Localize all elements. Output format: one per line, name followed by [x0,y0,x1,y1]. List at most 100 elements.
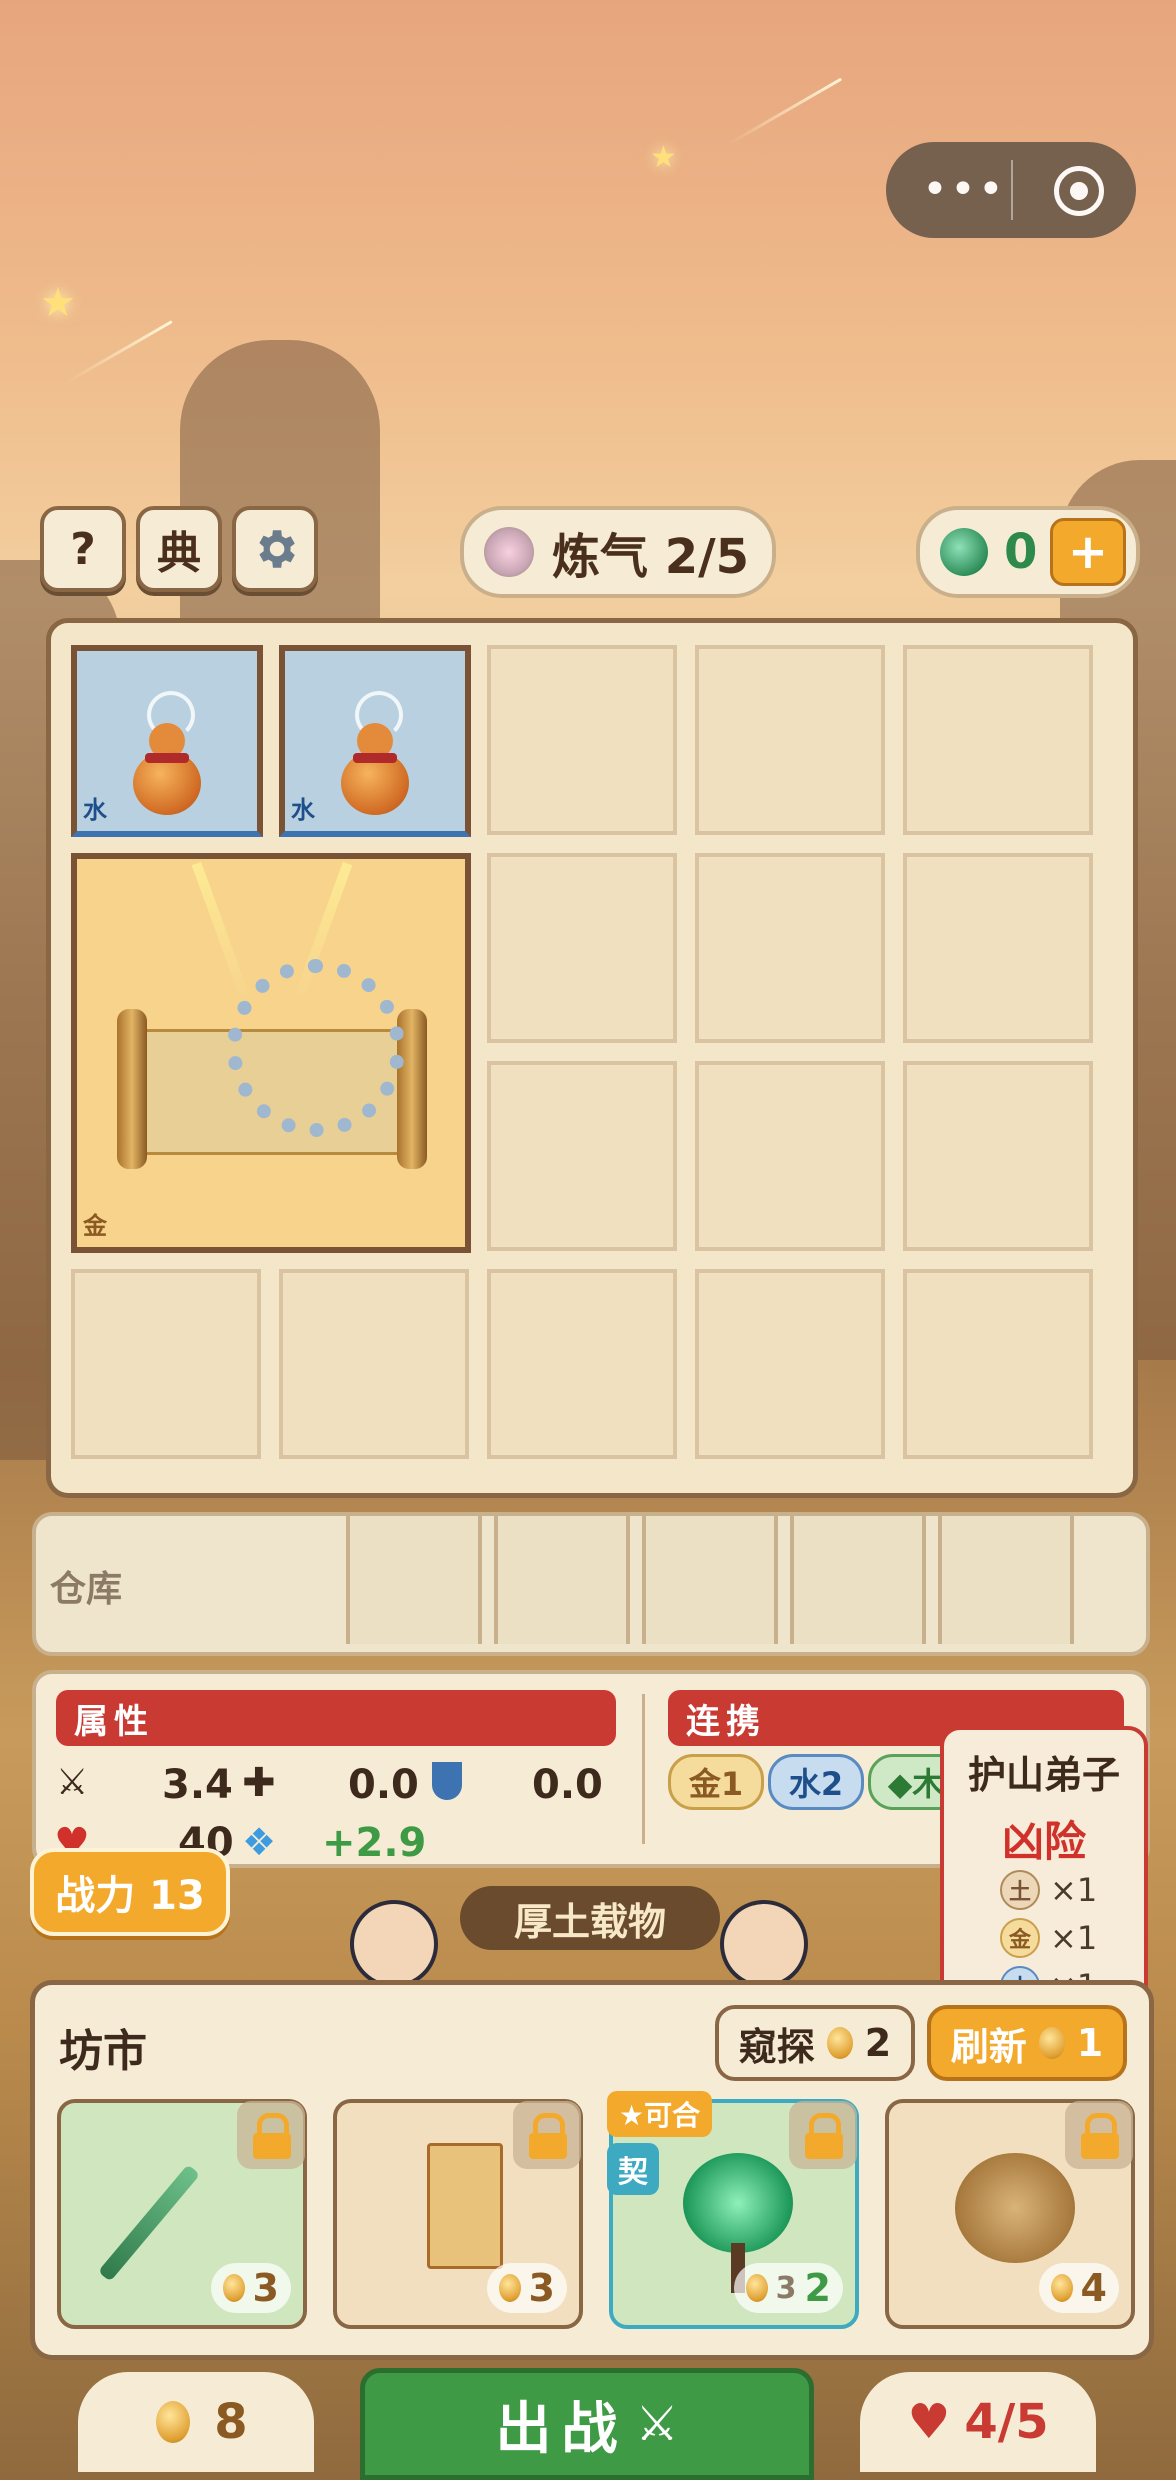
realm-indicator: 炼气 2/5 [460,506,776,598]
lock-icon[interactable] [789,2101,857,2169]
character-sprite [720,1900,808,1988]
peek-button[interactable]: 窥探 2 [715,2005,915,2081]
shop-card-jade-sword[interactable]: 3 [57,2099,307,2329]
price-tag: 3 2 [733,2263,843,2313]
enemy-element-row: 土 ×1 [1000,1870,1097,1910]
realm-label: 炼气 2/5 [552,529,750,585]
grid-cell[interactable] [487,1061,677,1251]
peek-label: 窥探 [738,2024,815,2069]
grid-cell[interactable] [903,1269,1093,1459]
element-tag: 水 [83,796,107,824]
lives-counter: ♥ 4/5 [860,2372,1096,2472]
miniprogram-capsule: ••• [886,142,1136,238]
shop-card-earth-tablet[interactable]: 4 [885,2099,1135,2329]
gourd-icon [335,723,415,815]
refresh-button[interactable]: 刷新 1 [927,2005,1127,2081]
coin-icon [1038,2027,1065,2059]
price-tag: 3 [210,2263,291,2313]
grid-cell[interactable] [487,645,677,835]
warehouse-slot[interactable] [790,1516,926,1644]
gold-counter: 8 [78,2372,314,2472]
warehouse-slot[interactable] [938,1516,1074,1644]
old-price: 3 [775,2270,797,2306]
settings-button[interactable] [232,506,318,592]
synergy-chip-water[interactable]: 水2 [768,1754,864,1810]
battle-button[interactable]: 出战 ⚔ [360,2368,814,2480]
enemy-card[interactable]: 护山弟子 凶险 土 ×1 金 ×1 水 ×1 [940,1726,1148,2004]
lock-icon[interactable] [237,2101,305,2169]
coin-icon [156,2401,191,2443]
item-water-gourd[interactable]: 水 [279,645,471,837]
price-value: 3 [528,2266,555,2310]
grid-cell[interactable] [487,853,677,1043]
sword-ring-icon [227,959,405,1137]
grid-cell[interactable] [695,1061,885,1251]
codex-button[interactable]: 典 [136,506,222,592]
jade-icon [940,528,988,576]
element-tag: 金 [83,1212,107,1240]
grid-cell[interactable] [487,1269,677,1459]
refresh-cost: 1 [1076,2021,1104,2065]
heart-icon: ♥ [907,2394,951,2450]
spirit-tree-icon [683,2153,793,2253]
grid-cell[interactable] [695,645,885,835]
lock-icon[interactable] [513,2101,581,2169]
grid-cell[interactable] [695,853,885,1043]
scroll-icon [117,959,427,1169]
price-value: 2 [804,2266,831,2310]
grid-cell[interactable] [279,1269,469,1459]
warehouse-slot[interactable] [346,1516,482,1644]
peek-cost: 2 [864,2021,892,2065]
defense-value: 0.0 [348,1762,419,1808]
help-button[interactable]: ? [40,506,126,592]
coin-icon [826,2027,853,2059]
grid-cell[interactable] [903,1061,1093,1251]
grid-cell[interactable] [903,853,1093,1043]
earth-element-icon: 土 [1000,1870,1040,1910]
inventory-board: 水 水 金 [46,618,1138,1498]
enemy-element-row: 金 ×1 [1000,1918,1097,1958]
star-icon: ★ [40,280,76,326]
gold-value: 8 [214,2394,248,2450]
warehouse-slot[interactable] [494,1516,630,1644]
regen-icon: ❖ [242,1820,277,1864]
grid-cell[interactable] [695,1269,885,1459]
crossed-swords-icon: ⚔ [56,1762,89,1803]
coin-icon [1050,2274,1073,2302]
warehouse-label: 仓库 [50,1569,123,1610]
close-target-icon[interactable] [1054,166,1104,216]
regen-value: +2.9 [322,1820,427,1866]
element-count: ×1 [1050,1871,1098,1909]
shop-card-stone-talisman[interactable]: 3 [333,2099,583,2329]
shield-icon [432,1762,462,1800]
jade-sword-icon [97,2164,201,2282]
price-value: 4 [1080,2266,1107,2310]
shield-value: 0.0 [532,1762,603,1808]
grid-cell[interactable] [903,645,1093,835]
grid-cell[interactable] [71,1269,261,1459]
star-icon: ★ [650,140,677,175]
gourd-icon [127,723,207,815]
gear-icon [259,530,295,568]
price-tag: 4 [1038,2263,1119,2313]
warehouse-slot[interactable] [642,1516,778,1644]
item-water-gourd[interactable]: 水 [71,645,263,837]
danger-level: 凶险 [1001,1817,1086,1866]
element-tag: 水 [291,796,315,824]
lives-value: 4/5 [964,2394,1049,2450]
contract-tag: 契 [607,2143,659,2195]
comet [727,77,843,146]
comet [67,320,173,383]
shop-card-spirit-tree[interactable]: ★可合 契 3 2 [607,2091,859,2329]
add-jade-button[interactable]: + [1050,518,1126,586]
combinable-tag: ★可合 [607,2091,713,2137]
capsule-divider [1011,160,1013,220]
coin-icon [222,2274,245,2302]
lock-icon[interactable] [1065,2101,1133,2169]
more-icon[interactable]: ••• [922,164,1006,215]
jade-currency: 0 + [916,506,1140,598]
synergy-chip-gold[interactable]: 金1 [668,1754,764,1810]
item-sword-scroll[interactable]: 金 [71,853,471,1253]
battle-label: 出战 [495,2396,628,2462]
warehouse-bar: 仓库 [32,1512,1150,1656]
